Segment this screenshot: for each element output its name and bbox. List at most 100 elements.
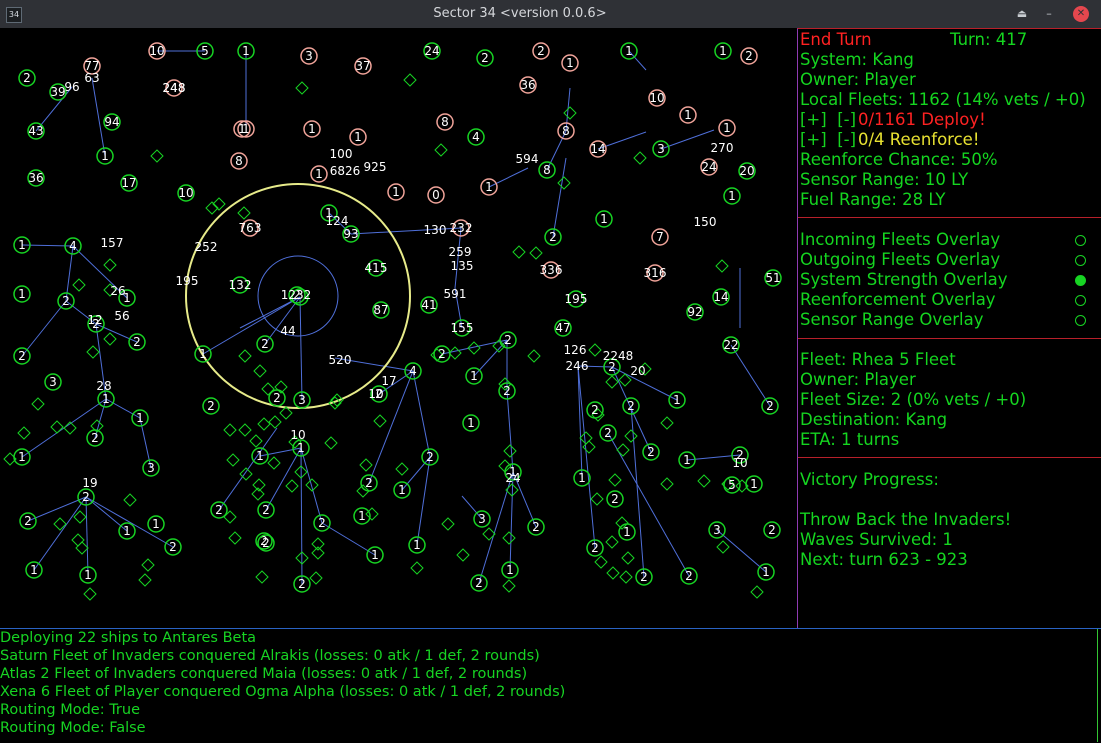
fleet-marker (305, 478, 319, 492)
close-button[interactable]: ✕ (1073, 6, 1089, 22)
strength-label: 20 (630, 364, 645, 378)
system-strength-label: 2 (23, 71, 31, 85)
system-strength-label: 17 (121, 176, 136, 190)
system-strength-label: 3 (713, 523, 721, 537)
overlay-radio[interactable] (1075, 235, 1086, 246)
fleet-marker (311, 546, 325, 560)
system-strength-label: 2 (591, 541, 599, 555)
strength-label: 594 (516, 152, 539, 166)
fleet-marker (410, 561, 424, 575)
system-strength-label: 1 (750, 477, 758, 491)
fleet-marker (72, 278, 86, 292)
system-strength-label: 2 (604, 426, 612, 440)
panel-divider (798, 217, 1101, 218)
system-strength-label: 2 (627, 399, 635, 413)
strength-label: 270 (711, 141, 734, 155)
system-strength-label: 3 (305, 49, 313, 63)
system-strength-label: 1 (102, 392, 110, 406)
victory-objective: Throw Back the Invaders! (800, 510, 1012, 529)
fleet-marker (71, 533, 85, 547)
overlay-outgoing-fleets[interactable]: Outgoing Fleets Overlay (798, 250, 1098, 270)
system-strength-label: 2 (82, 490, 90, 504)
strength-label: 591 (444, 287, 467, 301)
fleet-marker (253, 364, 267, 378)
log-line: Routing Mode: False (0, 720, 146, 736)
reenforce-controls[interactable]: [+] [-] (800, 130, 856, 150)
overlay-radio[interactable] (1075, 315, 1086, 326)
fleet-marker (715, 259, 729, 273)
system-strength-label: 1 (625, 44, 633, 58)
galaxy-map-canvas[interactable]: 10 5 1 33724 2 211 1 2277633996 248 36104394 1 1 84 8… (0, 28, 797, 628)
strength-label: 10 (732, 456, 747, 470)
fleet-marker (605, 535, 619, 549)
system-strength-label: 2 (611, 492, 619, 506)
system-strength-label: 2 (215, 503, 223, 517)
fleet-size: Fleet Size: 2 (0% vets / +0) (800, 390, 1027, 409)
system-strength-label: 1 (18, 450, 26, 464)
overlay-radio[interactable] (1075, 295, 1086, 306)
fleet-marker (403, 73, 417, 87)
strength-label: 150 (694, 215, 717, 229)
reenforce-button[interactable]: 0/4 Reenforce! (858, 130, 979, 150)
fleet-marker (295, 81, 309, 95)
system-strength-label: 8 (543, 163, 551, 177)
reenforce-chance: Reenforce Chance: 50% (800, 150, 998, 169)
galaxy-map[interactable]: 10 5 1 3 37 24 2 2 1 1 1 2 2 77 63 39 96 248 36 10 43 94 1 1 8 4 8… (0, 28, 797, 628)
system-strength-label: 2 (475, 576, 483, 590)
system-strength-label: 1 (256, 449, 264, 463)
system-strength-label: 1 (470, 369, 478, 383)
system-strength-label: 2 (262, 503, 270, 517)
system-strength-label: 1 (506, 563, 514, 577)
overlay-system-strength[interactable]: System Strength Overlay (798, 270, 1098, 290)
system-strength-label: 10 (649, 91, 664, 105)
strength-label: 195 (176, 274, 199, 288)
system-strength-label: 2 (504, 333, 512, 347)
overlay-radio[interactable] (1075, 255, 1086, 266)
fleet-route (105, 398, 141, 419)
fleet-marker (434, 143, 448, 157)
fleet-marker (228, 531, 242, 545)
fleet-marker (608, 473, 622, 487)
overlay-label: Incoming Fleets Overlay (800, 230, 1001, 249)
system-strength-label: 1 (152, 517, 160, 531)
system-strength-label: 2 (24, 514, 32, 528)
overlay-radio-selected[interactable] (1075, 275, 1086, 286)
fleet-marker (502, 531, 516, 545)
system-strength-label: 2 (133, 335, 141, 349)
system-strength-label: 94 (104, 115, 119, 129)
strength-label: 126 (564, 343, 587, 357)
overlay-label: Reenforcement Overlay (800, 290, 996, 309)
fleet-route (577, 365, 596, 549)
fleet-marker (73, 510, 87, 524)
fleet-route (91, 77, 106, 157)
deploy-button[interactable]: 0/1161 Deploy! (858, 110, 986, 130)
log-line: Atlas 2 Fleet of Invaders conquered Maia… (0, 666, 528, 682)
system-strength-label: 1 (392, 185, 400, 199)
system-strength-label: 3 (298, 393, 306, 407)
overlay-incoming-fleets[interactable]: Incoming Fleets Overlay (798, 230, 1098, 250)
fleet-route (85, 496, 174, 548)
strength-label: 157 (101, 236, 124, 250)
sensor-range: Sensor Range: 10 LY (800, 170, 969, 189)
system-strength-label: 2 (365, 476, 373, 490)
eject-icon[interactable]: ⏏ (1014, 6, 1030, 22)
system-strength-label: 2 (549, 230, 557, 244)
system-info-panel: End Turn Turn: 417 System: Kang Owner: P… (797, 28, 1101, 628)
overlay-reenforcement[interactable]: Reenforcement Overlay (798, 290, 1098, 310)
overlay-sensor-range[interactable]: Sensor Range Overlay (798, 310, 1098, 330)
deploy-controls[interactable]: [+] [-] (800, 110, 856, 130)
end-turn-button[interactable]: End Turn (800, 30, 872, 50)
system-strength-label: 1 (371, 548, 379, 562)
panel-divider (798, 338, 1101, 339)
fleet-marker (503, 444, 517, 458)
fleet-marker (138, 573, 152, 587)
system-strength-label: 2 (640, 570, 648, 584)
system-strength-label: 24 (701, 160, 716, 174)
fleet-marker (456, 548, 470, 562)
fleet-eta: ETA: 1 turns (800, 430, 900, 449)
log-line: Xena 6 Fleet of Player conquered Ogma Al… (0, 684, 566, 700)
fleet-marker (123, 493, 137, 507)
message-log: Deploying 22 ships to Antares Beta Satur… (0, 628, 1101, 743)
minimize-button[interactable]: – (1041, 6, 1057, 22)
system-strength-label: 1 (242, 44, 250, 58)
